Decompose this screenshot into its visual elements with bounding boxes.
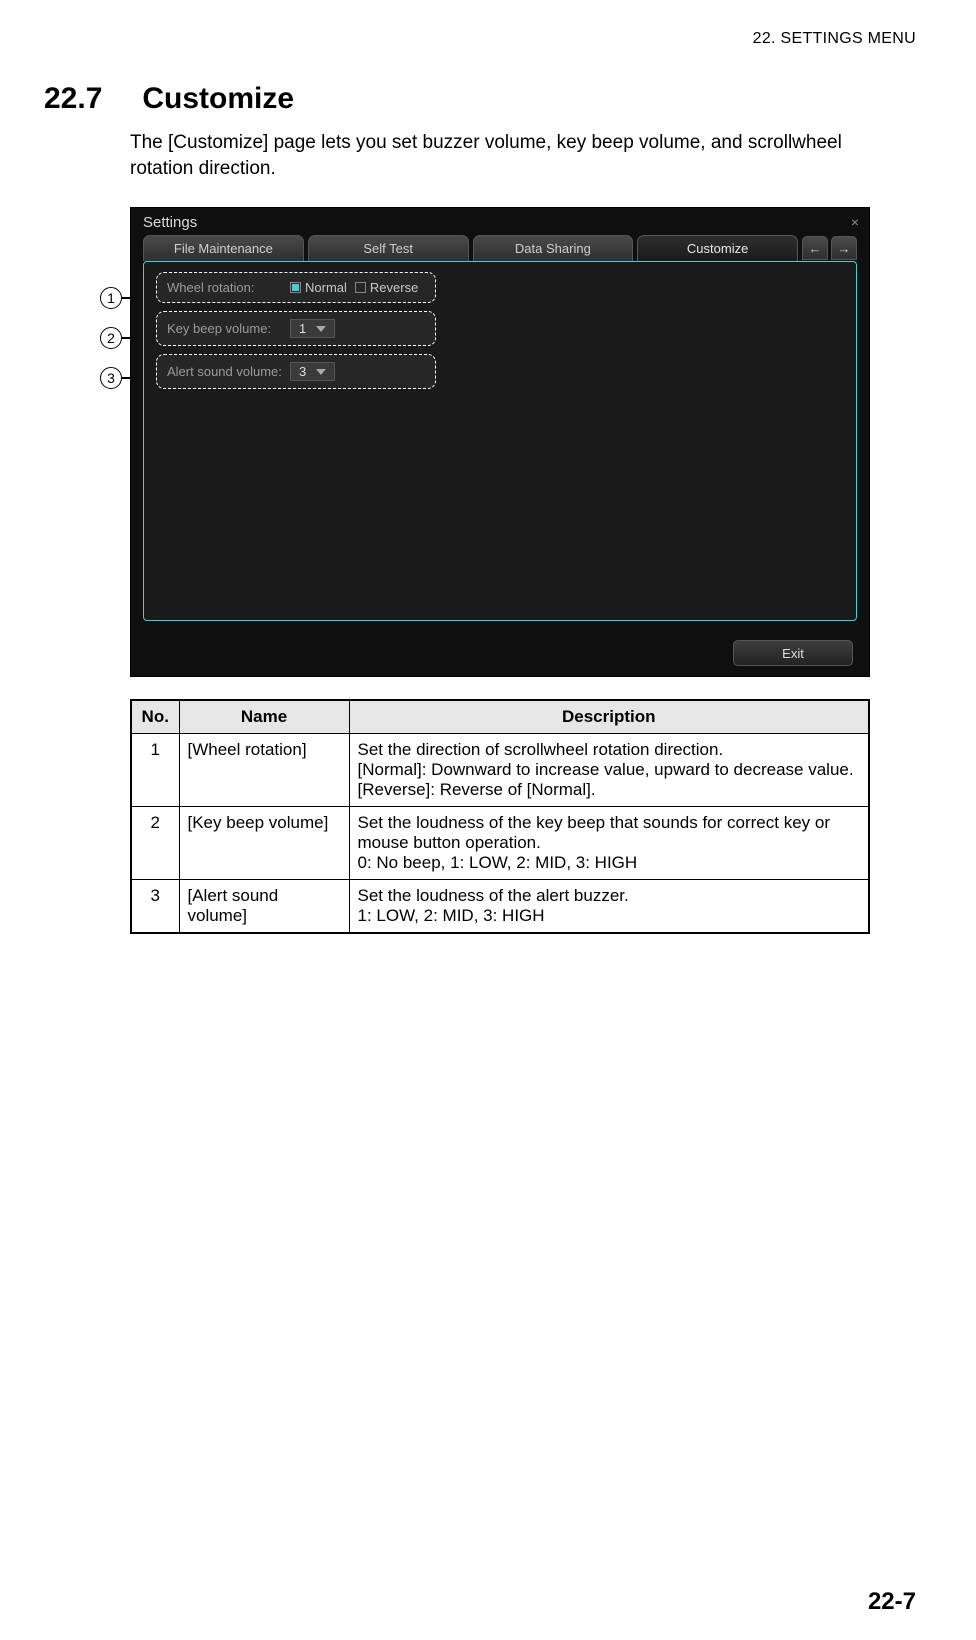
alert-sound-value: 3 bbox=[299, 364, 306, 379]
tab-bar: File Maintenance Self Test Data Sharing … bbox=[131, 235, 869, 261]
th-name: Name bbox=[179, 700, 349, 734]
radio-normal-label: Normal bbox=[305, 280, 347, 295]
cell-no: 2 bbox=[131, 807, 179, 880]
section-heading: 22.7 Customize bbox=[44, 82, 916, 116]
customize-panel: Wheel rotation: Normal Reverse Key beep … bbox=[143, 261, 857, 621]
table-row: 2 [Key beep volume] Set the loudness of … bbox=[131, 807, 869, 880]
radio-reverse[interactable]: Reverse bbox=[355, 280, 418, 295]
key-beep-row: Key beep volume: 1 bbox=[156, 311, 436, 346]
section-title: Customize bbox=[142, 82, 294, 115]
callout-2: 2 bbox=[100, 327, 122, 349]
tab-file-maintenance[interactable]: File Maintenance bbox=[143, 235, 304, 261]
radio-reverse-box-icon bbox=[355, 282, 366, 293]
running-head: 22. SETTINGS MENU bbox=[44, 30, 916, 48]
page-number: 22-7 bbox=[868, 1588, 916, 1616]
chevron-down-icon bbox=[316, 326, 326, 332]
key-beep-value: 1 bbox=[299, 321, 306, 336]
radio-reverse-label: Reverse bbox=[370, 280, 418, 295]
cell-desc: Set the direction of scrollwheel rotatio… bbox=[349, 734, 869, 807]
window-title: Settings bbox=[131, 208, 869, 235]
exit-button[interactable]: Exit bbox=[733, 640, 853, 666]
arrow-right-icon[interactable]: → bbox=[831, 236, 857, 260]
th-no: No. bbox=[131, 700, 179, 734]
settings-screenshot: Settings × File Maintenance Self Test Da… bbox=[130, 207, 870, 677]
tab-self-test[interactable]: Self Test bbox=[308, 235, 469, 261]
key-beep-label: Key beep volume: bbox=[167, 321, 282, 336]
chevron-down-icon bbox=[316, 369, 326, 375]
cell-desc: Set the loudness of the key beep that so… bbox=[349, 807, 869, 880]
close-icon[interactable]: × bbox=[851, 214, 859, 230]
cell-desc: Set the loudness of the alert buzzer.1: … bbox=[349, 880, 869, 934]
table-row: 1 [Wheel rotation] Set the direction of … bbox=[131, 734, 869, 807]
radio-normal-box-icon bbox=[290, 282, 301, 293]
wheel-rotation-label: Wheel rotation: bbox=[167, 280, 282, 295]
radio-normal[interactable]: Normal bbox=[290, 280, 347, 295]
intro-paragraph: The [Customize] page lets you set buzzer… bbox=[130, 130, 906, 181]
alert-sound-dropdown[interactable]: 3 bbox=[290, 362, 335, 381]
cell-no: 1 bbox=[131, 734, 179, 807]
alert-sound-row: Alert sound volume: 3 bbox=[156, 354, 436, 389]
cell-name: [Wheel rotation] bbox=[179, 734, 349, 807]
callout-3: 3 bbox=[100, 367, 122, 389]
arrow-left-icon[interactable]: ← bbox=[802, 236, 828, 260]
description-table: No. Name Description 1 [Wheel rotation] … bbox=[130, 699, 870, 934]
cell-name: [Alert sound volume] bbox=[179, 880, 349, 934]
table-header-row: No. Name Description bbox=[131, 700, 869, 734]
key-beep-dropdown[interactable]: 1 bbox=[290, 319, 335, 338]
callout-1: 1 bbox=[100, 287, 122, 309]
cell-name: [Key beep volume] bbox=[179, 807, 349, 880]
tab-scroll-arrows: ← → bbox=[802, 236, 857, 261]
th-desc: Description bbox=[349, 700, 869, 734]
cell-no: 3 bbox=[131, 880, 179, 934]
table-row: 3 [Alert sound volume] Set the loudness … bbox=[131, 880, 869, 934]
alert-sound-label: Alert sound volume: bbox=[167, 364, 282, 379]
wheel-rotation-row: Wheel rotation: Normal Reverse bbox=[156, 272, 436, 303]
section-number: 22.7 bbox=[44, 82, 134, 116]
tab-data-sharing[interactable]: Data Sharing bbox=[473, 235, 634, 261]
tab-customize[interactable]: Customize bbox=[637, 235, 798, 261]
